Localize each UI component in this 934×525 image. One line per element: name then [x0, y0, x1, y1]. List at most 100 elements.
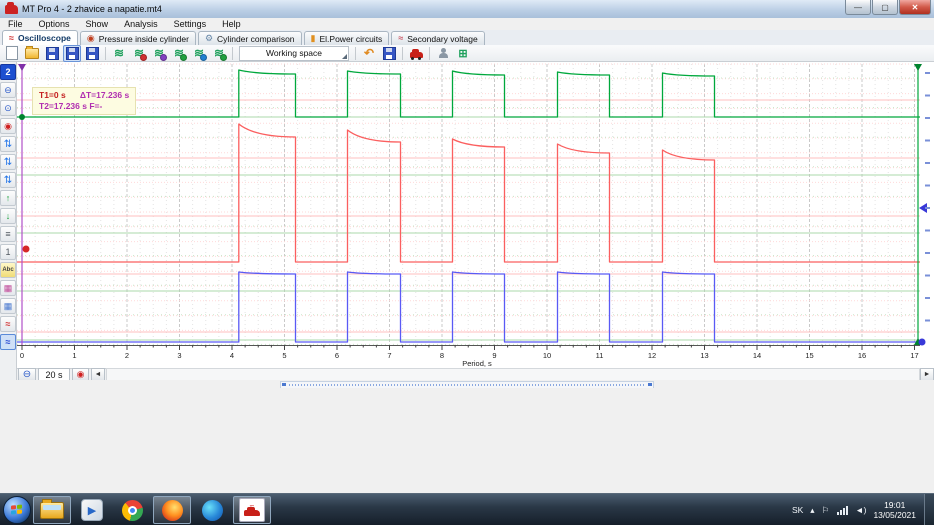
save-as-button[interactable]: [83, 45, 101, 62]
splitter-left-cap: [282, 383, 286, 386]
workspace-selector[interactable]: Working space: [239, 46, 349, 61]
tray-time: 19:01: [873, 500, 916, 510]
cursor-measurement-tooltip: T1=0 s ΔT=17.236 s T2=17.236 s F=-: [32, 87, 136, 115]
oscilloscope-plot[interactable]: 01234567891011121314151617Period, s T1=0…: [17, 62, 934, 368]
expand-vertical-button[interactable]: ⇅: [0, 136, 16, 152]
save-button[interactable]: [43, 45, 61, 62]
blue-zero-marker: [919, 339, 926, 346]
menu-settings[interactable]: Settings: [166, 18, 215, 30]
system-tray: SK ▴ ⚐ ◄) 19:01 13/05/2021: [792, 500, 924, 520]
language-indicator[interactable]: SK: [792, 505, 803, 515]
folder-icon: [40, 502, 64, 519]
volume-icon[interactable]: ◄): [855, 505, 866, 515]
close-button[interactable]: ✕: [899, 0, 931, 15]
add-window-button[interactable]: ⊞: [454, 45, 472, 62]
panel-splitter-row: [0, 380, 934, 388]
action-center-flag-icon[interactable]: ⚐: [822, 505, 830, 516]
show-desktop-button[interactable]: [924, 494, 934, 525]
waveform-red-button[interactable]: ≈: [0, 316, 16, 332]
menu-help[interactable]: Help: [214, 18, 249, 30]
fit-vertical-button[interactable]: ⇅: [0, 154, 16, 170]
hidden-icons-button[interactable]: ▴: [810, 505, 814, 516]
active-channel-indicator[interactable]: 2: [0, 64, 16, 80]
svg-text:4: 4: [230, 351, 234, 360]
save-project-button-icon: [66, 47, 79, 60]
svg-text:7: 7: [387, 351, 391, 360]
media-player-icon: ▶: [81, 499, 103, 521]
mt-pro-window: MT Pro 4 - 2 zhavice a napatie.mt4 — ▢ ✕…: [0, 0, 934, 525]
zoom-out-button[interactable]: ⊖: [0, 82, 16, 98]
undo-button[interactable]: ↶: [360, 45, 378, 62]
firefox-taskbar-button[interactable]: [153, 496, 191, 524]
maximize-button[interactable]: ▢: [872, 0, 898, 15]
svg-text:11: 11: [596, 351, 604, 360]
user-button[interactable]: [434, 45, 452, 62]
zoom-reset-button[interactable]: ⊙: [0, 100, 16, 116]
label-button[interactable]: Abc: [0, 262, 16, 278]
add-icon: ⊞: [458, 47, 467, 60]
signals-button-icon: ≋: [114, 48, 124, 58]
mtpro-taskbar-button[interactable]: ≈: [233, 496, 271, 524]
pressure-icon: ◉: [87, 34, 95, 43]
move-trace-down-button[interactable]: ↓: [0, 208, 16, 224]
badge-icon: [140, 54, 147, 61]
car-glyph: [244, 510, 260, 516]
tab-label: Cylinder comparison: [217, 34, 294, 44]
network-icon[interactable]: [836, 505, 848, 515]
save-project-button[interactable]: [63, 45, 81, 62]
signals-button[interactable]: ≋: [110, 45, 128, 62]
start-button[interactable]: [3, 496, 31, 524]
svg-text:14: 14: [753, 351, 761, 360]
menu-options[interactable]: Options: [31, 18, 78, 30]
scale-button[interactable]: 1: [0, 244, 16, 260]
svg-text:8: 8: [440, 351, 444, 360]
signals-compare-button[interactable]: ≋: [150, 45, 168, 62]
save-workspace-button[interactable]: [380, 45, 398, 62]
svg-text:15: 15: [805, 351, 813, 360]
toolbar-separator: [355, 47, 356, 60]
signals-delete-button[interactable]: ≋: [130, 45, 148, 62]
signals-info-button[interactable]: ≋: [190, 45, 208, 62]
explorer-taskbar-button[interactable]: [33, 496, 71, 524]
svg-text:5: 5: [282, 351, 286, 360]
waveform-blue-button[interactable]: ≈: [0, 334, 16, 350]
record-marker-button[interactable]: ◉: [0, 118, 16, 134]
edge-taskbar-button[interactable]: [193, 496, 231, 524]
tab-secondary-voltage[interactable]: ≈Secondary voltage: [391, 31, 484, 45]
delta-t-value: ΔT=17.236 s: [80, 90, 129, 100]
svg-text:6: 6: [335, 351, 339, 360]
signals-ok-button[interactable]: ≋: [210, 45, 228, 62]
signals-check-button[interactable]: ≋: [170, 45, 188, 62]
grid-settings-button[interactable]: ▦: [0, 280, 16, 296]
ruler-button[interactable]: ≡: [0, 226, 16, 242]
move-trace-up-button[interactable]: ↑: [0, 190, 16, 206]
menu-file[interactable]: File: [0, 18, 31, 30]
vehicle-button[interactable]: [407, 45, 425, 62]
tab-el-power-circuits[interactable]: ▮El.Power circuits: [304, 31, 390, 45]
tab-cylinder-comparison[interactable]: ⚙Cylinder comparison: [198, 31, 302, 45]
menu-show[interactable]: Show: [78, 18, 117, 30]
clock[interactable]: 19:01 13/05/2021: [873, 500, 916, 520]
badge-icon: [200, 54, 207, 61]
t1-value: T1=0 s: [39, 90, 66, 100]
user-icon: [439, 48, 448, 58]
tray-date: 13/05/2021: [873, 510, 916, 520]
channel-grid-button[interactable]: ▦: [0, 298, 16, 314]
battery-icon: ▮: [311, 34, 316, 43]
compress-vertical-button[interactable]: ⇅: [0, 172, 16, 188]
tab-pressure-inside-cylinder[interactable]: ◉Pressure inside cylinder: [80, 31, 196, 45]
menu-analysis[interactable]: Analysis: [116, 18, 166, 30]
new-file-button[interactable]: [3, 45, 21, 62]
save-as-button-icon: [86, 47, 99, 60]
tab-oscilloscope[interactable]: ≈Oscilloscope: [2, 30, 78, 45]
time-scroll-row: ⊖ 20 s ◉ ◄ ►: [17, 368, 934, 380]
media-player-taskbar-button[interactable]: ▶: [73, 496, 111, 524]
chrome-taskbar-button[interactable]: [113, 496, 151, 524]
tab-label: El.Power circuits: [319, 34, 382, 44]
open-file-button[interactable]: [23, 45, 41, 62]
windows-taskbar: ▶ ≈ SK ▴ ⚐ ◄) 19:01 13/05/2021: [0, 493, 934, 525]
svg-text:16: 16: [858, 351, 866, 360]
scope-chart[interactable]: 01234567891011121314151617Period, s: [17, 62, 934, 368]
cursor-t1-marker: [18, 64, 26, 71]
minimize-button[interactable]: —: [845, 0, 871, 15]
